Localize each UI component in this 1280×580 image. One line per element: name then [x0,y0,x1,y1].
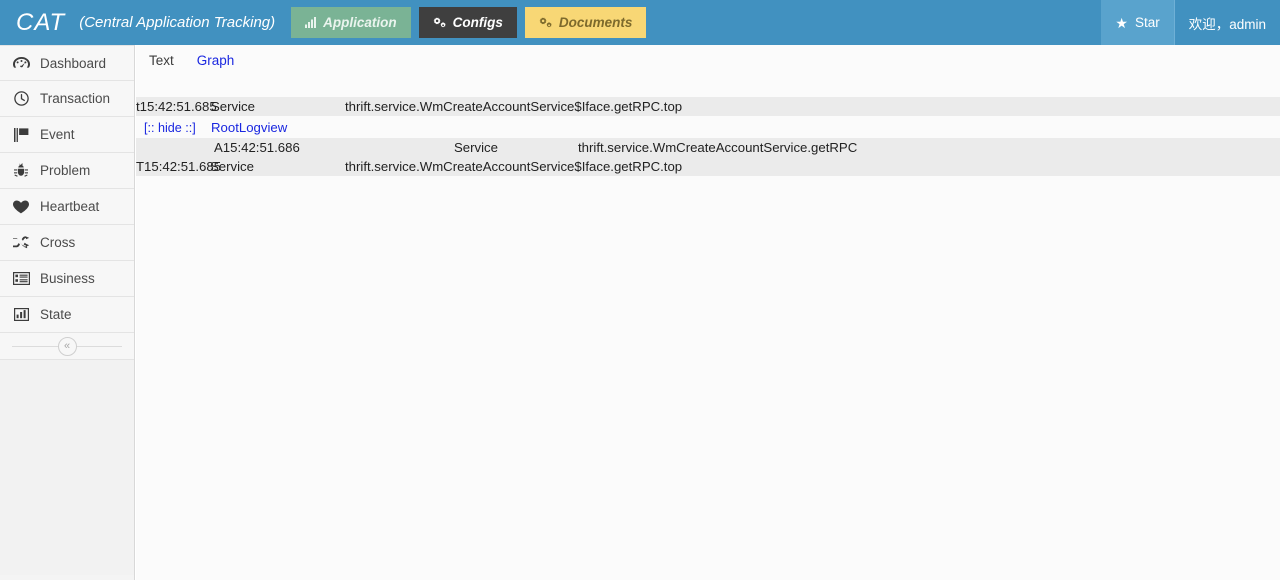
user-greeting-label: 欢迎，admin [1188,16,1266,32]
sidebar-item-heartbeat[interactable]: Heartbeat [0,189,134,225]
log-cell: A15:42:51.686 [214,140,300,155]
sidebar-item-cross[interactable]: Cross [0,225,134,261]
list-panel-icon [11,271,31,287]
sidebar-item-label: Transaction [40,91,111,106]
sidebar-collapse-row: « [0,333,134,360]
tab-graph[interactable]: Graph [197,53,235,68]
sidebar-item-problem[interactable]: Problem [0,153,134,189]
user-greeting[interactable]: 欢迎，admin [1173,0,1280,45]
bar-chart-icon [305,17,317,28]
chevron-left-double-icon: « [63,339,71,352]
star-label: Star [1134,15,1160,30]
log-row: t15:42:51.685 Service thrift.service.WmCre… [136,97,1280,116]
sidebar-item-label: State [40,307,72,322]
header-nav-buttons: Application Configs Documents [291,0,647,45]
top-header-bar: CAT (Central Application Tracking) Appli… [0,0,1280,45]
log-row: [:: hide ::] RootLogview [136,116,1280,138]
log-row: A15:42:51.686 Service thrift.service.WmCre… [136,138,1280,157]
sidebar-item-label: Business [40,271,95,286]
sidebar-item-label: Dashboard [40,55,107,71]
log-cell: Service [211,99,255,114]
log-output-pane: t15:42:51.685 Service thrift.service.WmCre… [136,75,1280,580]
sidebar-item-label: Event [40,127,75,142]
brand-logo[interactable]: CAT (Central Application Tracking) [0,0,283,45]
log-cell: thrift.service.WmCreateAccountService$If… [345,99,683,114]
sidebar-item-event[interactable]: Event [0,117,134,153]
sidebar-item-label: Problem [40,163,91,178]
nav-label-application: Application [323,15,397,30]
log-link-rootlogview[interactable]: RootLogview [211,118,287,138]
flag-icon [11,127,31,143]
clock-icon [11,91,31,107]
shuffle-arrows-icon [11,235,31,251]
sidebar-item-dashboard[interactable]: Dashboard [0,45,134,81]
log-cell: thrift.service.WmCreateAccountService.ge… [578,140,858,155]
header-right-group: ★ Star 欢迎，admin [1101,0,1280,45]
sidebar-collapse-button[interactable]: « [57,336,77,356]
nav-button-documents[interactable]: Documents [524,7,647,38]
log-cell: T15:42:51.685 [136,159,222,174]
star-icon: ★ [1115,14,1128,31]
nav-label-configs: Configs [452,15,503,30]
heart-icon [11,199,31,215]
nav-label-documents: Documents [558,15,633,30]
log-row: T15:42:51.685 Service thrift.service.WmCre… [136,157,1280,176]
gears-icon [539,17,553,29]
sidebar-item-state[interactable]: State [0,297,134,333]
log-cell: t15:42:51.685 [136,99,217,114]
sidebar-item-label: Heartbeat [40,199,100,214]
sidebar-item-list: Dashboard Transaction Event Problem Heartbea… [0,45,134,333]
brand-subtitle: (Central Application Tracking) [79,14,276,31]
gears-icon [433,17,447,29]
sidebar-item-business[interactable]: Business [0,261,134,297]
main-content-area: Text Graph t15:42:51.685 Service thrift.ser… [136,45,1280,580]
dashboard-gauge-icon [11,55,31,71]
application-window: CAT (Central Application Tracking) Appli… [0,0,1280,580]
nav-button-application[interactable]: Application [291,7,411,38]
log-cell: thrift.service.WmCreateAccountService$If… [345,159,683,174]
log-hide-toggle-link[interactable]: [:: hide ::] [144,118,196,138]
brand-title: CAT [16,8,66,36]
log-cell: Service [210,159,254,174]
sidebar-empty-area [0,360,134,575]
nav-button-configs[interactable]: Configs [418,7,517,38]
bar-chart-icon [11,307,31,323]
sidebar-item-transaction[interactable]: Transaction [0,81,134,117]
star-button[interactable]: ★ Star [1101,0,1174,45]
left-sidebar: Dashboard Transaction Event Problem Heartbea… [0,45,135,580]
tab-text[interactable]: Text [149,53,174,68]
view-mode-tabs: Text Graph [136,45,1280,75]
bug-icon [11,163,31,179]
sidebar-item-label: Cross [40,235,76,250]
log-cell: Service [454,140,498,155]
